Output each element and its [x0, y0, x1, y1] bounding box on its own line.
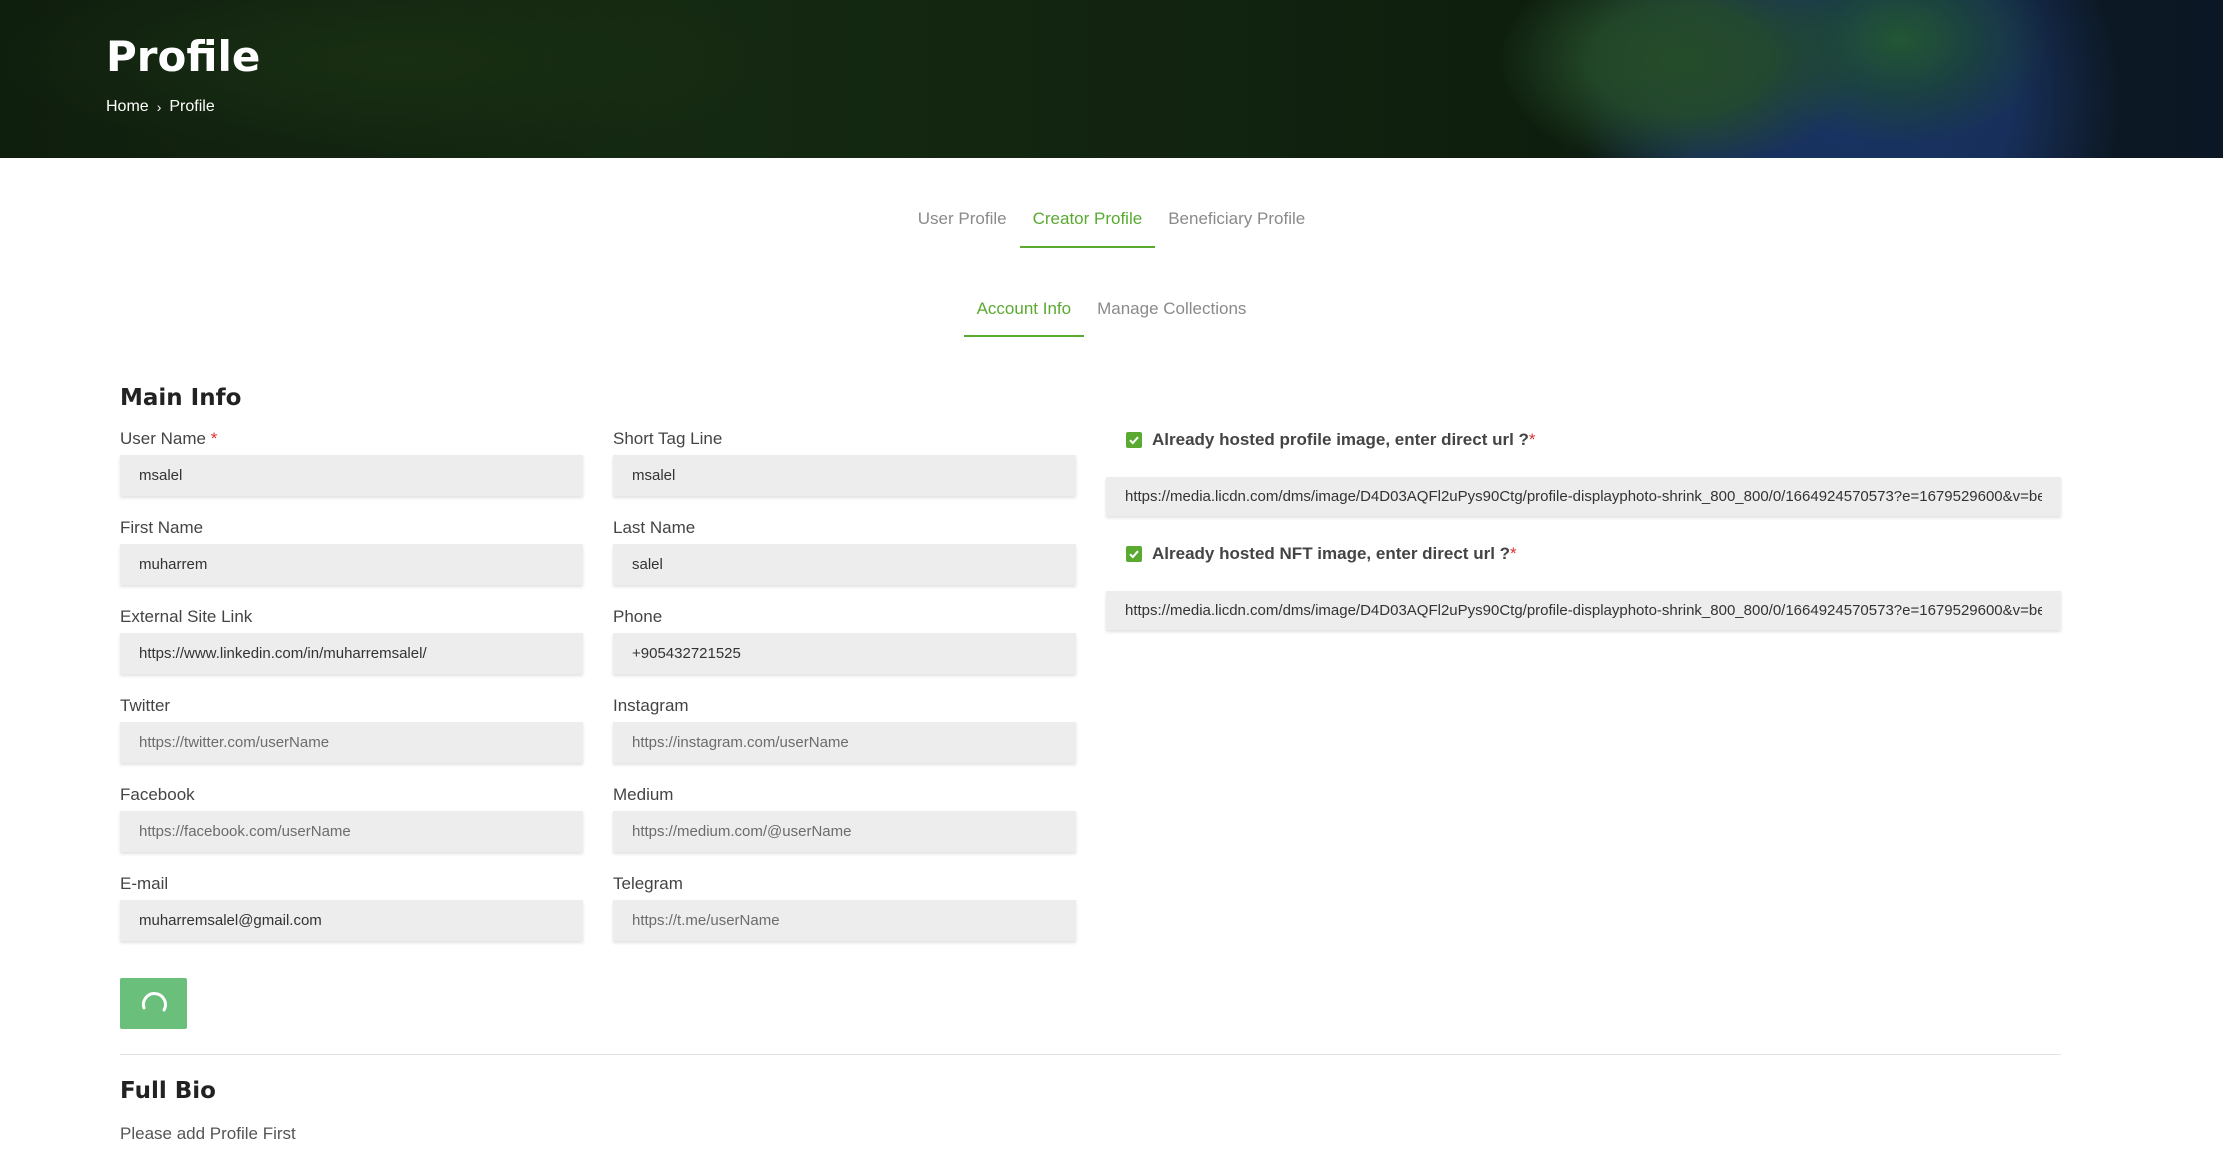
email-input[interactable] — [120, 900, 583, 941]
email-label: E-mail — [120, 874, 169, 893]
tab-creator-profile[interactable]: Creator Profile — [1019, 200, 1156, 248]
full-bio-heading: Full Bio — [120, 1078, 216, 1104]
phone-input[interactable] — [613, 633, 1076, 674]
full-bio-message: Please add Profile First — [120, 1124, 296, 1143]
profile-tabs: User Profile Creator Profile Beneficiary… — [0, 200, 2223, 248]
medium-label: Medium — [613, 785, 674, 804]
save-button[interactable] — [120, 978, 187, 1029]
short-tag-line-field-group: Short Tag Line — [613, 429, 1076, 496]
user-name-field-group: User Name * — [120, 429, 583, 496]
tab-user-profile[interactable]: User Profile — [905, 200, 1020, 248]
twitter-input[interactable] — [120, 722, 583, 763]
breadcrumb-home-link[interactable]: Home — [106, 98, 149, 116]
external-site-link-label: External Site Link — [120, 607, 253, 626]
medium-input[interactable] — [613, 811, 1076, 852]
user-name-input[interactable] — [120, 455, 583, 496]
main-info-heading: Main Info — [120, 385, 242, 411]
check-icon — [1129, 436, 1139, 445]
telegram-field-group: Telegram — [613, 874, 1076, 941]
twitter-field-group: Twitter — [120, 696, 583, 763]
hosted-nft-image-label: Already hosted NFT image, enter direct u… — [1152, 544, 1517, 563]
first-name-label: First Name — [120, 518, 204, 537]
instagram-label: Instagram — [613, 696, 689, 715]
instagram-input[interactable] — [613, 722, 1076, 763]
hosted-profile-image-toggle: Already hosted profile image, enter dire… — [1126, 430, 1536, 450]
tab-beneficiary-profile[interactable]: Beneficiary Profile — [1155, 200, 1318, 248]
medium-field-group: Medium — [613, 785, 1076, 852]
hosted-profile-image-label: Already hosted profile image, enter dire… — [1152, 430, 1536, 449]
phone-field-group: Phone — [613, 607, 1076, 674]
email-field-group: E-mail — [120, 874, 583, 941]
telegram-label: Telegram — [613, 874, 683, 893]
instagram-field-group: Instagram — [613, 696, 1076, 763]
first-name-field-group: First Name — [120, 518, 583, 585]
last-name-field-group: Last Name — [613, 518, 1076, 585]
facebook-input[interactable] — [120, 811, 583, 852]
external-site-link-input[interactable] — [120, 633, 583, 674]
telegram-input[interactable] — [613, 900, 1076, 941]
page-title: Profile — [106, 32, 261, 81]
facebook-field-group: Facebook — [120, 785, 583, 852]
chevron-right-icon: › — [156, 99, 162, 115]
first-name-input[interactable] — [120, 544, 583, 585]
twitter-label: Twitter — [120, 696, 171, 715]
loading-spinner-icon — [141, 991, 167, 1011]
page-hero-banner: Profile Home › Profile — [0, 0, 2223, 158]
tab-account-info[interactable]: Account Info — [963, 290, 1085, 337]
account-tabs: Account Info Manage Collections — [0, 290, 2223, 337]
last-name-input[interactable] — [613, 544, 1076, 585]
user-name-label: User Name * — [120, 429, 218, 448]
check-icon — [1129, 550, 1139, 559]
breadcrumb-current: Profile — [169, 98, 215, 115]
short-tag-line-label: Short Tag Line — [613, 429, 723, 448]
hosted-nft-image-url-input[interactable] — [1106, 591, 2061, 630]
tab-manage-collections[interactable]: Manage Collections — [1084, 290, 1259, 337]
breadcrumb: Home › Profile — [106, 98, 215, 116]
last-name-label: Last Name — [613, 518, 696, 537]
facebook-label: Facebook — [120, 785, 195, 804]
phone-label: Phone — [613, 607, 663, 626]
hosted-profile-image-url-input[interactable] — [1106, 477, 2061, 516]
hosted-nft-image-toggle: Already hosted NFT image, enter direct u… — [1126, 544, 1517, 564]
short-tag-line-input[interactable] — [613, 455, 1076, 496]
external-site-link-field-group: External Site Link — [120, 607, 583, 674]
hosted-nft-image-checkbox[interactable] — [1126, 546, 1142, 562]
hosted-profile-image-checkbox[interactable] — [1126, 432, 1142, 448]
section-divider — [120, 1054, 2061, 1055]
hero-overlay — [0, 0, 2223, 158]
